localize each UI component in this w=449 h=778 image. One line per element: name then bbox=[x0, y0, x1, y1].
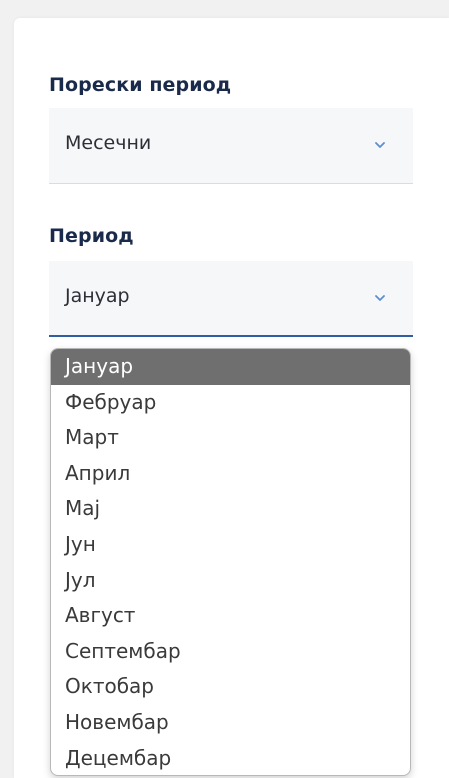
tax-period-select[interactable]: Месечни bbox=[49, 108, 413, 184]
period-select[interactable]: Јануар bbox=[49, 261, 413, 337]
option-january[interactable]: Јануар bbox=[51, 349, 410, 385]
tax-period-label: Порески период bbox=[49, 74, 232, 96]
option-march[interactable]: Март bbox=[51, 420, 410, 456]
option-june[interactable]: Јун bbox=[51, 527, 410, 563]
option-february[interactable]: Фебруар bbox=[51, 385, 410, 421]
tax-period-value: Месечни bbox=[65, 132, 152, 154]
page: Порески период Месечни Период Јануар Јан… bbox=[0, 0, 449, 778]
option-august[interactable]: Август bbox=[51, 598, 410, 634]
option-may[interactable]: Мај bbox=[51, 491, 410, 527]
option-november[interactable]: Новембар bbox=[51, 705, 410, 741]
period-dropdown-list: Јануар Фебруар Март Април Мај Јун Јул Ав… bbox=[50, 348, 411, 776]
option-april[interactable]: Април bbox=[51, 456, 410, 492]
option-july[interactable]: Јул bbox=[51, 563, 410, 599]
option-september[interactable]: Септембар bbox=[51, 634, 410, 670]
option-december[interactable]: Децембар bbox=[51, 741, 410, 775]
option-october[interactable]: Октобар bbox=[51, 669, 410, 705]
chevron-down-icon bbox=[375, 295, 385, 301]
chevron-down-icon bbox=[375, 142, 385, 148]
period-value: Јануар bbox=[65, 285, 130, 307]
period-label: Период bbox=[49, 225, 134, 247]
